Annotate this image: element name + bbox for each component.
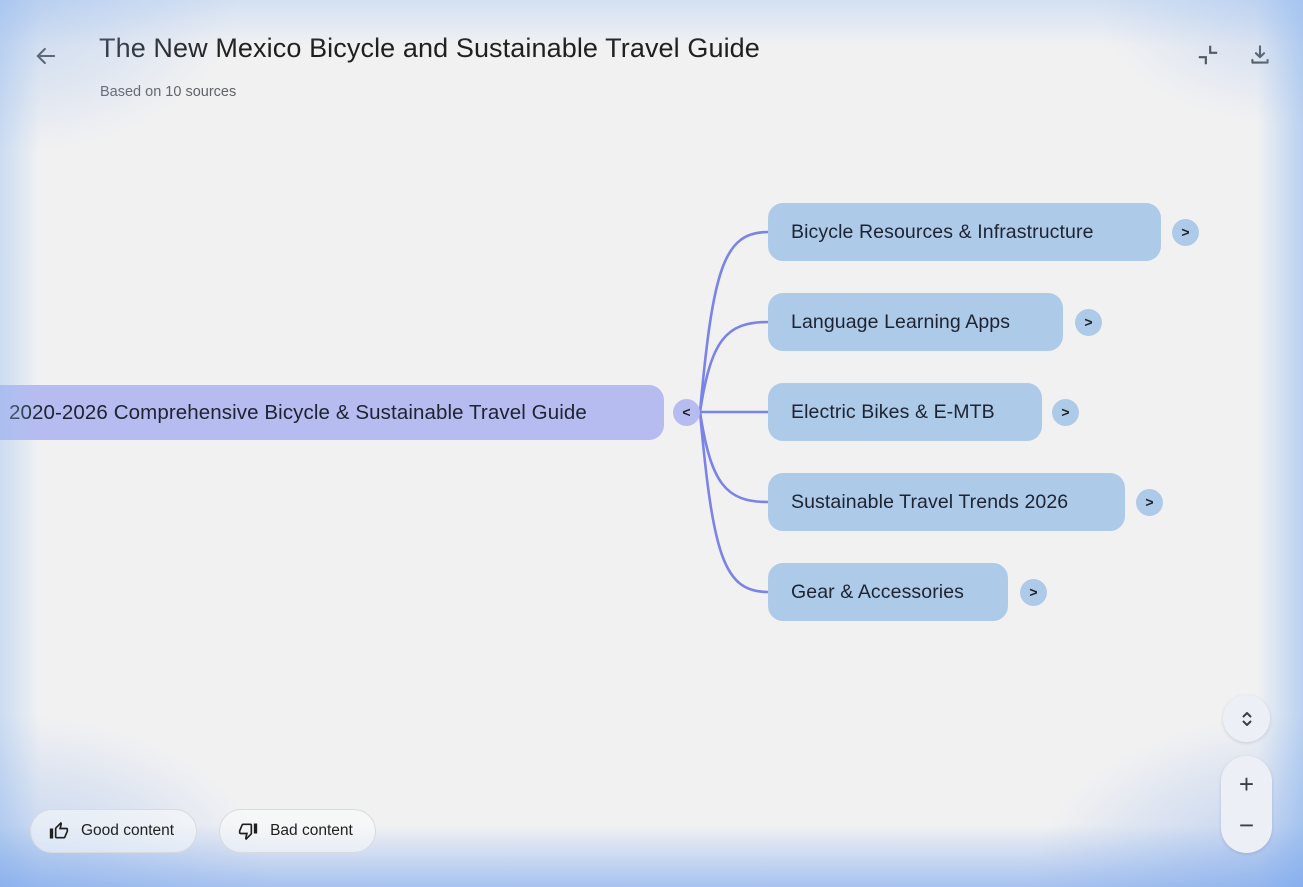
download-button[interactable] [1245,40,1275,70]
feedback-bar: Good content Bad content [30,809,376,853]
collapse-branch-button[interactable]: < [673,399,700,426]
good-content-label: Good content [81,822,175,839]
unfold-more-icon [1235,707,1259,731]
mindmap-node-electric-bikes[interactable]: Electric Bikes & E-MTB [768,383,1042,441]
bad-content-label: Bad content [270,822,353,839]
good-content-button[interactable]: Good content [30,809,198,853]
mindmap-node-gear-accessories[interactable]: Gear & Accessories [768,563,1008,621]
header-actions [1193,40,1275,70]
download-icon [1247,42,1273,68]
mindmap-root-node[interactable]: 2020-2026 Comprehensive Bicycle & Sustai… [0,385,664,440]
zoom-in-button[interactable]: + [1221,756,1272,805]
bad-content-button[interactable]: Bad content [219,809,376,853]
arrow-left-icon [32,42,60,70]
connector-lines [698,230,770,594]
thumbs-down-icon [238,821,258,841]
source-count-label: Based on 10 sources [100,84,237,100]
mindmap-node-bicycle-resources[interactable]: Bicycle Resources & Infrastructure [768,203,1161,261]
map-controls: + − [1221,695,1272,853]
back-button[interactable] [28,38,64,74]
expand-collapse-all-button[interactable] [1223,695,1270,742]
expand-branch-button[interactable]: > [1172,219,1199,246]
collapse-content-button[interactable] [1193,40,1223,70]
zoom-out-button[interactable]: − [1221,805,1272,854]
thumbs-up-icon [49,821,69,841]
collapse-content-icon [1195,42,1221,68]
zoom-pill: + − [1221,756,1272,853]
page-title: The New Mexico Bicycle and Sustainable T… [99,33,760,63]
expand-branch-button[interactable]: > [1052,399,1079,426]
mindmap-canvas[interactable]: 2020-2026 Comprehensive Bicycle & Sustai… [0,0,1303,887]
mindmap-node-travel-trends[interactable]: Sustainable Travel Trends 2026 [768,473,1125,531]
mindmap-node-language-apps[interactable]: Language Learning Apps [768,293,1063,351]
expand-branch-button[interactable]: > [1020,579,1047,606]
expand-branch-button[interactable]: > [1075,309,1102,336]
expand-branch-button[interactable]: > [1136,489,1163,516]
